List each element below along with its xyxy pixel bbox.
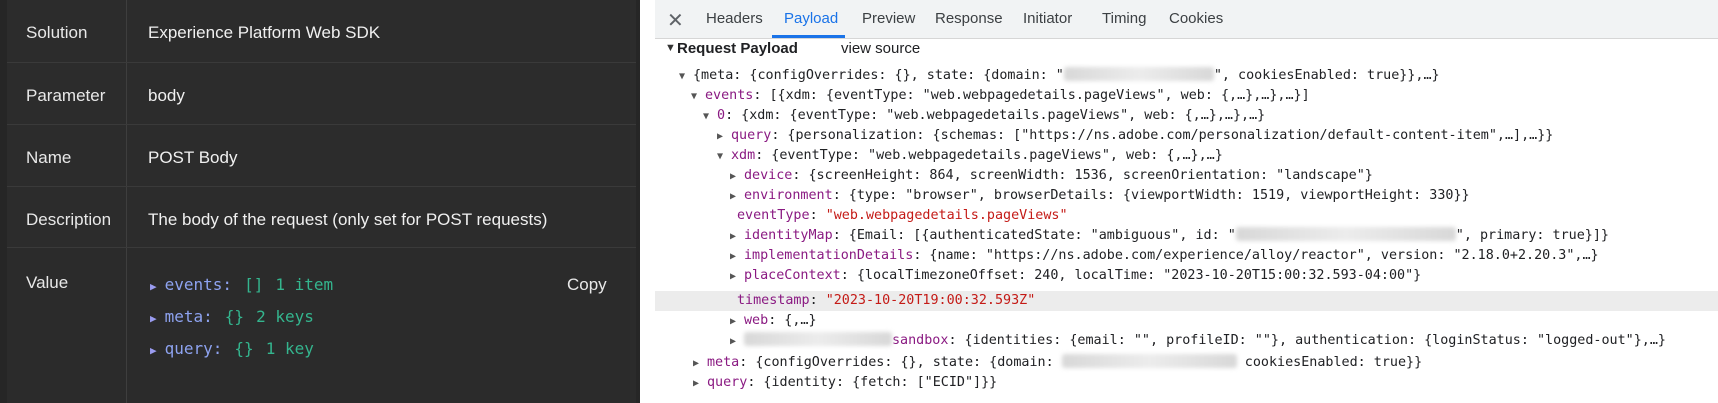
redacted-domain — [1063, 67, 1214, 81]
expand-triangle-icon[interactable]: ▶ — [150, 280, 157, 293]
tree-node-events[interactable]: ▶ events:[] 1 item — [150, 270, 333, 302]
row-parameter: Parameter body — [7, 63, 636, 125]
row-name: Name POST Body — [7, 125, 636, 187]
tab-preview[interactable]: Preview — [862, 10, 915, 27]
expanded-triangle-icon[interactable]: ▼ — [717, 147, 731, 167]
devtools-tab-bar: ✕ Headers Payload Preview Response Initi… — [655, 0, 1718, 39]
collapsed-triangle-icon[interactable]: ▶ — [693, 374, 707, 394]
tab-initiator[interactable]: Initiator — [1023, 10, 1072, 27]
payload-line: timestamp: "2023-10-20T19:00:32.593Z" — [737, 293, 1036, 308]
collapsed-triangle-icon[interactable]: ▶ — [693, 354, 707, 374]
data-element-details-panel: Solution Experience Platform Web SDK Par… — [0, 0, 640, 403]
tab-timing[interactable]: Timing — [1102, 10, 1146, 27]
row-value: body — [148, 86, 185, 105]
collapsed-triangle-icon[interactable]: ▶ — [730, 247, 744, 267]
payload-line[interactable]: ▼ {meta: {configOverrides: {}, state: {do… — [679, 66, 1440, 86]
section-title: Request Payload — [677, 40, 798, 57]
payload-line: eventType: "web.webpagedetails.pageViews… — [737, 208, 1068, 223]
expanded-triangle-icon[interactable]: ▼ — [679, 67, 693, 87]
tree-node-query[interactable]: ▶ query:{} 1 key — [150, 334, 333, 366]
redacted-prefix — [744, 332, 892, 346]
redacted-domain — [1061, 354, 1237, 368]
payload-line[interactable]: ▶ query: {identity: {fetch: ["ECID"]}} — [693, 373, 997, 393]
redacted-email — [1235, 227, 1456, 241]
payload-line[interactable]: ▼ events: [{xdm: {eventType: "web.webpage… — [691, 86, 1310, 106]
expand-triangle-icon[interactable]: ▶ — [150, 344, 157, 357]
payload-line[interactable]: ▼ 0: {xdm: {eventType: "web.webpagedetail… — [703, 106, 1265, 126]
row-label: Name — [26, 148, 72, 167]
panel-gap — [640, 0, 655, 403]
row-value: Experience Platform Web SDK — [148, 23, 381, 42]
collapsed-triangle-icon[interactable]: ▶ — [730, 227, 744, 247]
copy-button[interactable]: Copy — [567, 275, 607, 295]
close-icon[interactable]: ✕ — [667, 8, 684, 33]
tab-headers[interactable]: Headers — [706, 10, 763, 27]
devtools-network-panel: ✕ Headers Payload Preview Response Initi… — [655, 0, 1718, 403]
collapsed-triangle-icon[interactable]: ▶ — [730, 332, 744, 352]
collapsed-triangle-icon[interactable]: ▶ — [730, 267, 744, 287]
expand-triangle-icon[interactable]: ▶ — [150, 312, 157, 325]
payload-line[interactable]: ▼ xdm: {eventType: "web.webpagedetails.pa… — [717, 146, 1223, 166]
payload-line[interactable]: ▶ sandbox: {identities: {email: "", profi… — [730, 331, 1666, 351]
tab-payload[interactable]: Payload — [784, 10, 838, 27]
row-description: Description The body of the request (onl… — [7, 187, 636, 248]
tree-node-meta[interactable]: ▶ meta:{} 2 keys — [150, 302, 333, 334]
payload-line[interactable]: ▶ query: {personalization: {schemas: ["ht… — [717, 126, 1553, 146]
row-value-tree: Value ▶ events:[] 1 item ▶ meta:{} 2 keys ▶ q… — [7, 248, 636, 403]
payload-line[interactable]: ▶ identityMap: {Email: [{authenticatedSta… — [730, 226, 1609, 246]
row-label: Solution — [26, 23, 88, 42]
collapsed-triangle-icon[interactable]: ▶ — [717, 127, 731, 147]
expanded-triangle-icon[interactable]: ▼ — [703, 107, 717, 127]
collapsed-triangle-icon[interactable]: ▶ — [730, 312, 744, 332]
tab-response[interactable]: Response — [935, 10, 1003, 27]
tab-cookies[interactable]: Cookies — [1169, 10, 1223, 27]
collapse-triangle-icon[interactable]: ▼ — [665, 42, 676, 54]
json-tree: ▶ events:[] 1 item ▶ meta:{} 2 keys ▶ query:{… — [150, 270, 333, 366]
expanded-triangle-icon[interactable]: ▼ — [691, 87, 705, 107]
payload-line[interactable]: ▶ implementationDetails: {name: "https://… — [730, 246, 1599, 266]
payload-line[interactable]: ▶ meta: {configOverrides: {}, state: {dom… — [693, 353, 1422, 373]
row-solution: Solution Experience Platform Web SDK — [7, 0, 636, 63]
row-label: Parameter — [26, 86, 106, 105]
payload-line[interactable]: ▶ web: {,…} — [730, 311, 817, 331]
collapsed-triangle-icon[interactable]: ▶ — [730, 187, 744, 207]
row-value: POST Body — [148, 148, 238, 167]
row-label: Description — [26, 210, 112, 229]
collapsed-triangle-icon[interactable]: ▶ — [730, 167, 744, 187]
view-source-link[interactable]: view source — [841, 40, 920, 57]
payload-line[interactable]: ▶ device: {screenHeight: 864, screenWidth… — [730, 166, 1373, 186]
active-tab-indicator — [772, 35, 845, 38]
payload-line[interactable]: ▶ placeContext: {localTimezoneOffset: 240… — [730, 266, 1421, 286]
row-value: The body of the request (only set for PO… — [148, 210, 548, 229]
row-label: Value — [26, 273, 69, 292]
payload-line[interactable]: ▶ environment: {type: "browser", browserD… — [730, 186, 1470, 206]
